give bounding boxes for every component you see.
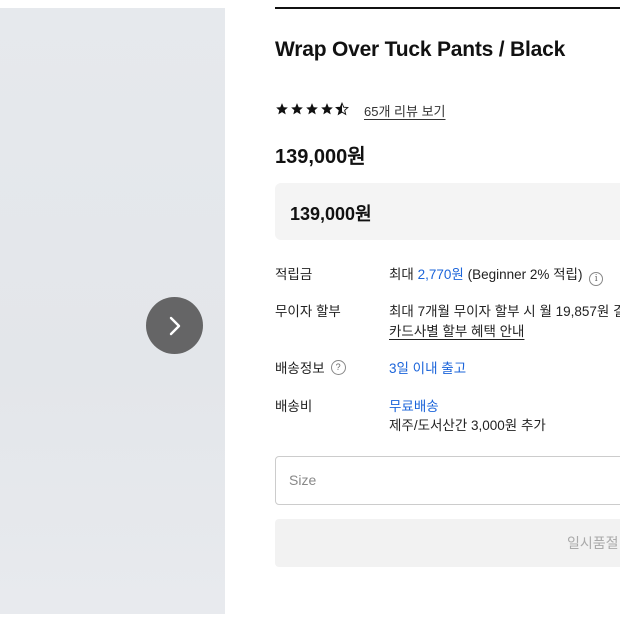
shipping-info-label: 배송정보 ? (275, 357, 346, 377)
total-price-box: 139,000원 (275, 183, 620, 240)
chevron-right-icon (169, 316, 180, 335)
points-label: 적립금 (275, 267, 313, 282)
product-info-panel: Wrap Over Tuck Pants / Black 65개 리뷰 보기 1… (275, 0, 620, 620)
shipping-info-value: 3일 이내 출고 (389, 361, 467, 376)
installment-benefits-link[interactable]: 카드사별 할부 혜택 안내 (389, 320, 524, 340)
installment-text: 최대 7개월 무이자 할부 시 월 19,857원 결 (389, 304, 620, 319)
shipping-fee-extra: 제주/도서산간 3,000원 추가 (389, 418, 546, 433)
star-icon (291, 103, 303, 115)
product-price: 139,000원 (275, 146, 366, 168)
size-select-placeholder: Size (289, 472, 317, 488)
soldout-button[interactable]: 일시품절 (275, 519, 620, 567)
info-icon[interactable]: i (589, 272, 604, 286)
product-title: Wrap Over Tuck Pants / Black (275, 38, 566, 61)
star-icon (306, 103, 318, 115)
total-price: 139,000원 (290, 204, 372, 224)
shipping-fee-label: 배송비 (275, 399, 313, 414)
next-image-button[interactable] (146, 297, 203, 354)
rating-stars (275, 102, 349, 116)
question-icon[interactable]: ? (330, 359, 346, 375)
star-icon (321, 103, 333, 115)
points-amount: 2,770원 (417, 267, 464, 282)
points-grade: (Beginner 2% 적립) (467, 267, 583, 282)
star-icon (276, 103, 288, 115)
size-select[interactable]: Size (275, 456, 620, 505)
divider (275, 7, 620, 9)
half-star-icon (335, 102, 349, 116)
installment-label: 무이자 할부 (275, 304, 341, 319)
points-value: 최대 2,770원 (Beginner 2% 적립) i (389, 263, 604, 286)
review-link[interactable]: 65개 리뷰 보기 (364, 101, 445, 120)
shipping-fee-value: 무료배송 (389, 399, 439, 414)
